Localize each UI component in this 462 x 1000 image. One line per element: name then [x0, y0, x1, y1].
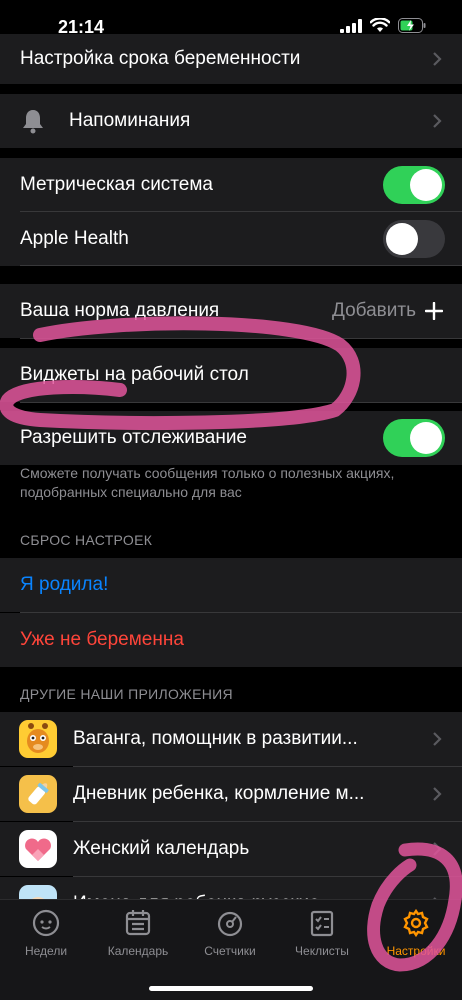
baby-face-icon — [32, 909, 60, 937]
not-pregnant-row[interactable]: Уже не беременна — [0, 613, 462, 667]
checklist-icon — [310, 910, 334, 937]
chevron-right-icon — [433, 842, 442, 856]
divider — [20, 338, 462, 339]
apps-section-header: ДРУГИЕ НАШИ ПРИЛОЖЕНИЯ — [20, 686, 233, 702]
tracking-toggle[interactable] — [383, 419, 445, 457]
stopwatch-icon — [217, 911, 243, 937]
tab-label: Недели — [24, 944, 68, 958]
tab-label: Счетчики — [204, 944, 256, 958]
gave-birth-label: Я родила! — [20, 574, 109, 595]
apple-health-label: Apple Health — [20, 228, 129, 249]
reminders-label: Напоминания — [69, 110, 191, 131]
apple-health-toggle[interactable] — [383, 220, 445, 258]
chevron-right-icon — [433, 787, 442, 801]
tracking-label: Разрешить отслеживание — [20, 427, 247, 448]
tab-weeks[interactable]: Недели — [0, 908, 92, 958]
tab-settings[interactable]: Настройки — [370, 908, 462, 958]
baby-bottle-app-icon — [19, 775, 57, 813]
bell-icon — [23, 110, 43, 134]
chevron-right-icon — [433, 52, 442, 66]
app-label: Ваганга, помощник в развитии... — [73, 728, 358, 749]
pregnancy-term-label: Настройка срока беременности — [20, 48, 301, 69]
gear-icon — [403, 908, 429, 938]
metric-system-toggle[interactable] — [383, 166, 445, 204]
heart-app-icon — [19, 830, 57, 868]
divider — [20, 402, 462, 403]
reminders-row[interactable]: Напоминания — [0, 94, 462, 148]
toggle-knob — [410, 422, 442, 454]
tab-bar: Недели Календарь Счетчики Чеклисты Настр… — [0, 899, 462, 1000]
tab-label: Календарь — [107, 944, 169, 958]
toggle-knob — [410, 169, 442, 201]
pressure-norm-row[interactable]: Ваша норма давления Добавить — [0, 284, 462, 338]
status-icons — [340, 18, 426, 33]
app-label: Дневник ребенка, кормление м... — [73, 783, 365, 804]
tab-checklists[interactable]: Чеклисты — [276, 908, 368, 958]
pressure-add-label: Добавить — [332, 300, 416, 321]
signal-icon — [340, 18, 362, 33]
app-row-womens-calendar[interactable]: Женский календарь — [0, 822, 462, 876]
tracking-row: Разрешить отслеживание — [0, 411, 462, 465]
plus-icon[interactable] — [425, 302, 443, 320]
tab-label: Настройки — [386, 944, 446, 958]
pregnancy-term-row[interactable]: Настройка срока беременности — [0, 34, 462, 84]
toggle-knob — [386, 223, 418, 255]
not-pregnant-label: Уже не беременна — [20, 629, 184, 650]
tab-label: Чеклисты — [295, 944, 349, 958]
calendar-icon — [125, 910, 151, 936]
tab-counters[interactable]: Счетчики — [184, 908, 276, 958]
apple-health-row: Apple Health — [0, 212, 462, 266]
metric-system-label: Метрическая система — [20, 174, 213, 195]
wifi-icon — [370, 18, 390, 32]
gave-birth-row[interactable]: Я родила! — [0, 558, 462, 612]
widgets-row[interactable]: Виджеты на рабочий стол — [0, 348, 462, 402]
tracking-note: Сможете получать сообщения только о поле… — [20, 465, 395, 500]
tab-calendar[interactable]: Календарь — [92, 908, 184, 958]
chevron-right-icon — [433, 114, 442, 128]
home-indicator — [149, 986, 313, 991]
giraffe-app-icon — [19, 720, 57, 758]
pressure-norm-label: Ваша норма давления — [20, 300, 220, 321]
divider — [20, 265, 462, 266]
battery-charging-icon — [398, 18, 426, 33]
app-label: Женский календарь — [73, 838, 250, 859]
app-row-vaganga[interactable]: Ваганга, помощник в развитии... — [0, 712, 462, 766]
app-row-baby-diary[interactable]: Дневник ребенка, кормление м... — [0, 767, 462, 821]
chevron-right-icon — [433, 732, 442, 746]
metric-system-row: Метрическая система — [0, 158, 462, 212]
reset-section-header: СБРОС НАСТРОЕК — [20, 532, 153, 548]
widgets-label: Виджеты на рабочий стол — [20, 364, 249, 385]
